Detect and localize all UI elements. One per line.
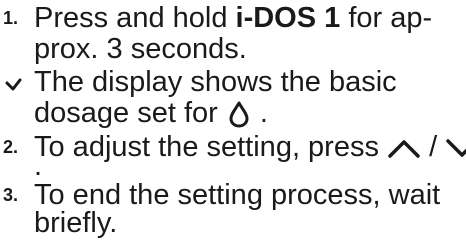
chevron-up-icon xyxy=(387,136,421,160)
step-text: Press and hold xyxy=(34,2,236,34)
step-number: 3. xyxy=(3,185,19,205)
step-text: . xyxy=(34,150,43,182)
step-number: 1. xyxy=(3,8,19,28)
result-text: The display shows the basic xyxy=(34,66,397,98)
chevron-down-icon xyxy=(445,136,466,160)
result-text: dosage set for xyxy=(34,97,226,129)
step-text: prox. 3 seconds. xyxy=(34,33,247,65)
button-label-i-dos-1: i-DOS 1 xyxy=(235,2,341,34)
separator: / xyxy=(421,131,446,163)
step-text: To adjust the setting, press xyxy=(34,131,388,163)
water-drop-icon xyxy=(226,100,252,128)
result-text: . xyxy=(251,97,268,129)
instruction-steps: 1. Press and hold i-DOS 1 for ap- prox. … xyxy=(0,0,466,240)
step-number: 2. xyxy=(3,137,19,157)
checkmark-arrow-icon xyxy=(3,67,33,98)
step-text: for ap- xyxy=(340,2,433,34)
step-text: briefly. xyxy=(34,207,118,239)
